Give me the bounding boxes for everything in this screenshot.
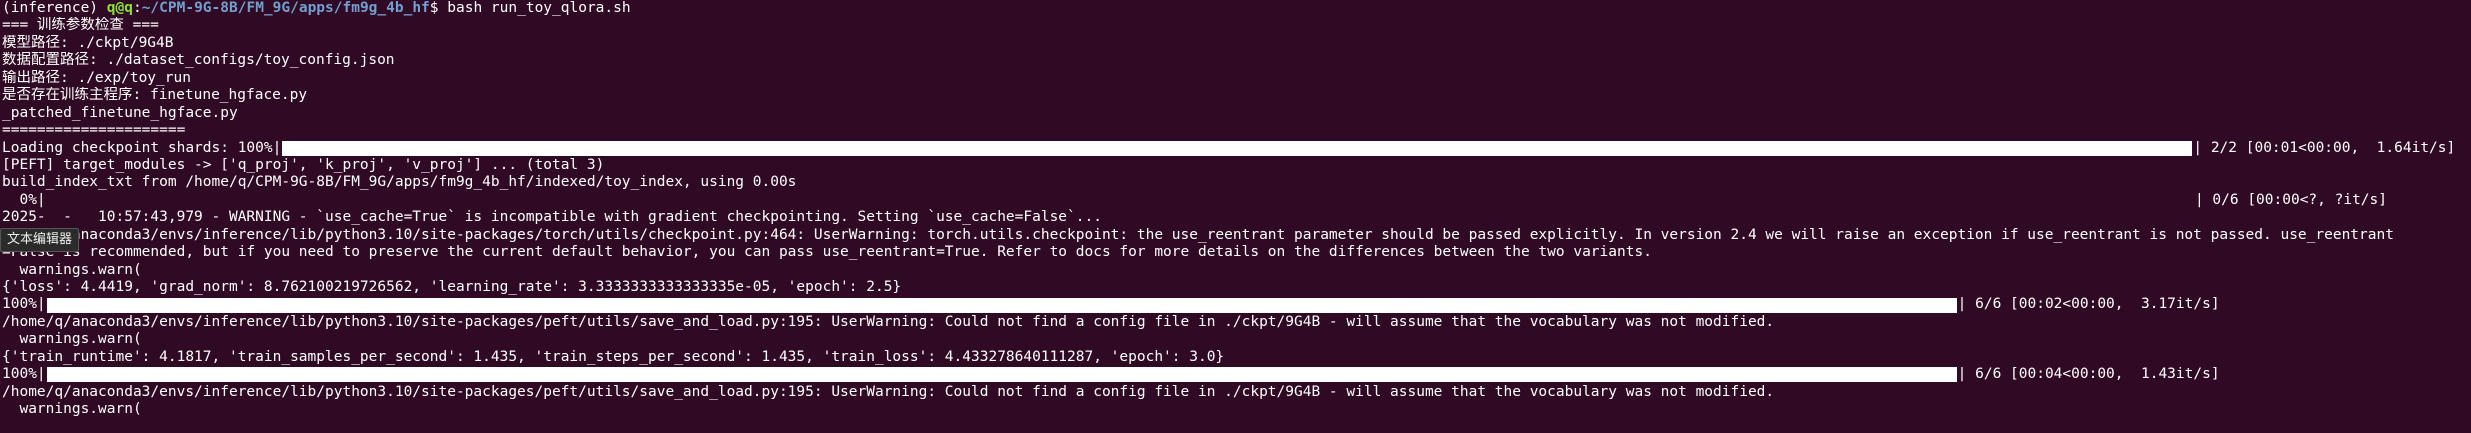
progress-suffix: | 0/6 [00:00<?, ?it/s] [2194, 191, 2387, 208]
progress-prefix: 100%| [2, 296, 46, 313]
progress-suffix: | 6/6 [00:02<00:00, 3.17it/s] [1957, 296, 2220, 313]
progress-prefix: 100%| [2, 366, 46, 383]
command-text: bash run_toy_qlora.sh [447, 0, 631, 16]
tooltip-label: 文本编辑器 [7, 232, 73, 247]
prompt-symbol: $ [429, 0, 448, 16]
prompt-path: ~/CPM-9G-8B/FM_9G/apps/fm9g_4b_hf [141, 0, 430, 16]
checkpoint-progress-line: Loading checkpoint shards: 100%| | 2/2 [… [2, 140, 2471, 157]
text-editor-tooltip: 文本编辑器 [0, 228, 80, 252]
output-line: warnings.warn( [2, 401, 142, 418]
prompt-separator: : [132, 0, 142, 16]
progress-suffix: | 2/2 [00:01<00:00, 1.64it/s] [2193, 139, 2456, 156]
warning-line: /home/q/anaconda3/envs/inference/lib/pyt… [2, 313, 1775, 330]
progress-suffix: | 6/6 [00:04<00:00, 1.43it/s] [1957, 366, 2220, 383]
output-line: ===================== [2, 122, 186, 139]
progress-prefix: Loading checkpoint shards: 100%| [2, 139, 282, 156]
env-name: (inference) [2, 0, 107, 16]
training-progress-line: 100%| | 6/6 [00:04<00:00, 1.43it/s] [2, 366, 2471, 383]
output-line: [PEFT] target_modules -> ['q_proj', 'k_p… [2, 156, 605, 173]
training-progress-line: 100%| | 6/6 [00:02<00:00, 3.17it/s] [2, 296, 2471, 313]
warning-line: /home/q/anaconda3/envs/inference/lib/pyt… [2, 226, 2394, 243]
progress-bar [46, 367, 1957, 383]
metrics-line: {'train_runtime': 4.1817, 'train_samples… [2, 348, 1225, 365]
progress-prefix: 0%| [2, 191, 46, 208]
progress-bar [46, 297, 1957, 313]
output-line: _patched_finetune_hgface.py [2, 104, 238, 121]
output-line: warnings.warn( [2, 261, 142, 278]
warning-line: 2025- - 10:57:43,979 - WARNING - `use_ca… [2, 209, 1102, 226]
output-line: build_index_txt from /home/q/CPM-9G-8B/F… [2, 174, 797, 191]
warning-line: /home/q/anaconda3/envs/inference/lib/pyt… [2, 383, 1775, 400]
terminal-output[interactable]: (inference) q@q:~/CPM-9G-8B/FM_9G/apps/f… [2, 0, 2471, 433]
shell-prompt-line: (inference) q@q:~/CPM-9G-8B/FM_9G/apps/f… [2, 0, 2471, 17]
output-line: 模型路径: ./ckpt/9G4B [2, 34, 174, 51]
output-line: 输出路径: ./exp/toy_run [2, 69, 191, 86]
warning-line: =False is recommended, but if you need t… [2, 244, 1652, 261]
output-line: 数据配置路径: ./dataset_configs/toy_config.jso… [2, 52, 395, 69]
output-line: 是否存在训练主程序: finetune_hgface.py [2, 87, 308, 104]
prompt-user: q@q [106, 0, 133, 16]
metrics-line: {'loss': 4.4419, 'grad_norm': 8.76210021… [2, 279, 902, 295]
progress-bar [282, 140, 2193, 156]
output-line: warnings.warn( [2, 331, 142, 348]
training-progress-line: 0%| | 0/6 [00:00<?, ?it/s] [2, 192, 2471, 209]
output-line: === 训练参数检查 === [2, 17, 159, 34]
